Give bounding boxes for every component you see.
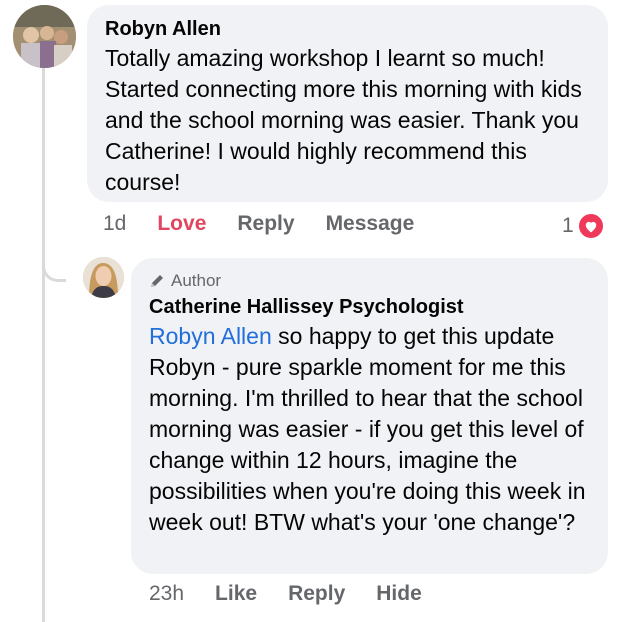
reply-author-name[interactable]: Catherine Hallissey Psychologist <box>149 293 590 321</box>
comment-actions: 1d Love Reply Message <box>103 212 445 236</box>
message-button[interactable]: Message <box>326 212 415 236</box>
reaction-summary[interactable]: 1 <box>562 212 605 240</box>
author-badge-label: Author <box>171 271 222 290</box>
pencil-icon <box>151 275 163 287</box>
reply-connector <box>42 210 66 282</box>
love-button[interactable]: Love <box>157 212 206 236</box>
like-button[interactable]: Like <box>215 582 257 606</box>
reply-text: Robyn Allen so happy to get this update … <box>149 321 590 538</box>
author-badge: Author <box>149 269 590 293</box>
comment-bubble: Robyn Allen Totally amazing workshop I l… <box>87 5 608 202</box>
profile-photo-icon <box>83 257 124 298</box>
reply-timestamp[interactable]: 23h <box>149 582 184 606</box>
reply-bubble: Author Catherine Hallissey Psychologist … <box>131 258 608 574</box>
reply-text-body: so happy to get this update Robyn - pure… <box>149 323 586 535</box>
avatar[interactable] <box>13 5 76 68</box>
reply-avatar[interactable] <box>83 257 124 298</box>
thread-line <box>42 66 45 622</box>
reply-actions: 23h Like Reply Hide <box>149 582 453 606</box>
heart-icon <box>576 212 605 240</box>
reply-button[interactable]: Reply <box>237 212 294 236</box>
comment-author-name[interactable]: Robyn Allen <box>105 15 590 43</box>
mention-link[interactable]: Robyn Allen <box>149 323 272 349</box>
hide-button[interactable]: Hide <box>376 582 422 606</box>
comment-timestamp[interactable]: 1d <box>103 212 126 236</box>
comment-text: Totally amazing workshop I learnt so muc… <box>105 45 582 195</box>
reply-button[interactable]: Reply <box>288 582 345 606</box>
profile-photo-icon <box>13 5 76 68</box>
reaction-count: 1 <box>562 214 574 237</box>
